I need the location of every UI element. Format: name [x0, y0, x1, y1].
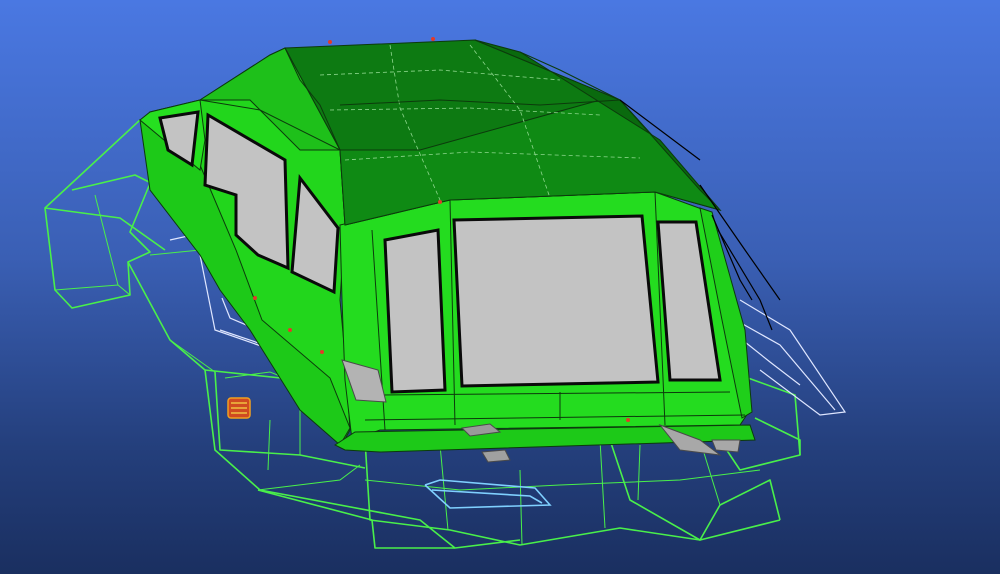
3d-viewport[interactable] — [0, 0, 1000, 574]
cab-model-scene[interactable] — [0, 0, 1000, 574]
front-left-windshield — [383, 228, 447, 394]
side-marker-lamp — [227, 397, 251, 419]
front-center-windshield — [452, 214, 660, 388]
